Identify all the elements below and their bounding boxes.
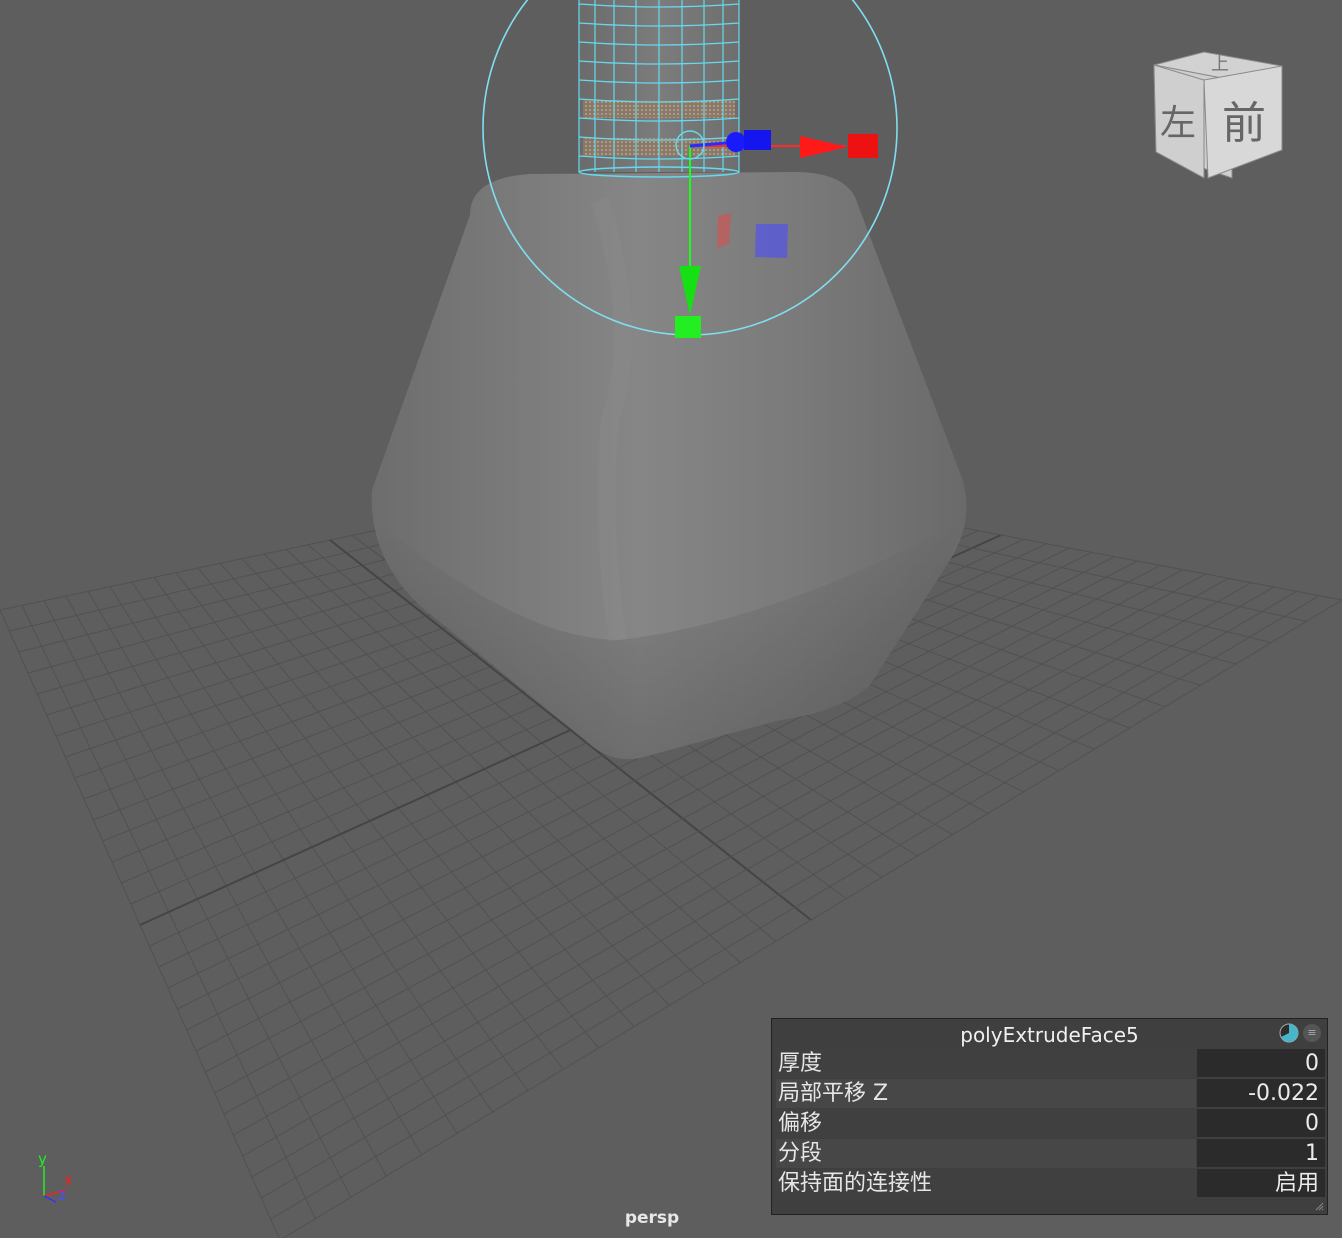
xy-plane-handle[interactable] [717,213,731,248]
axis-indicator: y x z [38,1150,73,1204]
attribute-value-field[interactable]: 0 [1197,1049,1325,1077]
node-name: polyExtrudeFace5 [960,1023,1139,1047]
axis-z-label: z [58,1186,66,1204]
attribute-row[interactable]: 厚度 0 [776,1049,1325,1079]
3d-viewport[interactable]: 上 前 左 y x z persp polyExtrudeFace5 ≡ 厚度 0… [0,0,1342,1238]
attribute-value-field[interactable]: -0.022 [1197,1079,1325,1107]
attribute-value-field[interactable]: 1 [1197,1139,1325,1167]
view-cube-front-label: 前 [1222,98,1266,149]
menu-icon[interactable]: ≡ [1303,1024,1321,1042]
x-scale-handle[interactable] [848,134,878,158]
attribute-label-bg [776,1109,1196,1138]
z-scale-handle[interactable] [744,130,771,150]
attribute-row[interactable]: 保持面的连接性 启用 [776,1169,1325,1199]
z-axis-handle[interactable] [726,132,746,152]
in-view-editor-panel[interactable]: polyExtrudeFace5 ≡ 厚度 0 局部平移 Z -0.022 偏移 0 分段 1… [771,1018,1328,1215]
attribute-label-bg [776,1139,1196,1168]
attribute-value-field[interactable]: 0 [1197,1109,1325,1137]
view-cube-top-label: 上 [1211,54,1229,75]
attribute-label: 保持面的连接性 [778,1171,933,1196]
attribute-label: 分段 [778,1141,823,1166]
view-cube-left-label: 左 [1160,103,1196,144]
axis-y-label: y [38,1150,47,1168]
pie-chart-icon[interactable] [1279,1023,1299,1043]
panel-title-bar[interactable]: polyExtrudeFace5 ≡ [772,1019,1327,1049]
attribute-label: 局部平移 Z [778,1081,889,1106]
attribute-label: 厚度 [778,1051,823,1076]
attribute-value-field[interactable]: 启用 [1197,1169,1325,1197]
xz-plane-handle[interactable] [755,224,788,258]
resize-grip-icon[interactable] [1314,1201,1324,1211]
attribute-row[interactable]: 偏移 0 [776,1109,1325,1139]
attribute-label: 偏移 [778,1111,823,1136]
attribute-row[interactable]: 分段 1 [776,1139,1325,1169]
attribute-label-bg [776,1049,1196,1078]
view-cube[interactable]: 上 前 左 [1148,50,1288,180]
y-scale-handle[interactable] [675,316,701,338]
attribute-row[interactable]: 局部平移 Z -0.022 [776,1079,1325,1109]
bottle-neck-mesh[interactable] [578,0,740,178]
